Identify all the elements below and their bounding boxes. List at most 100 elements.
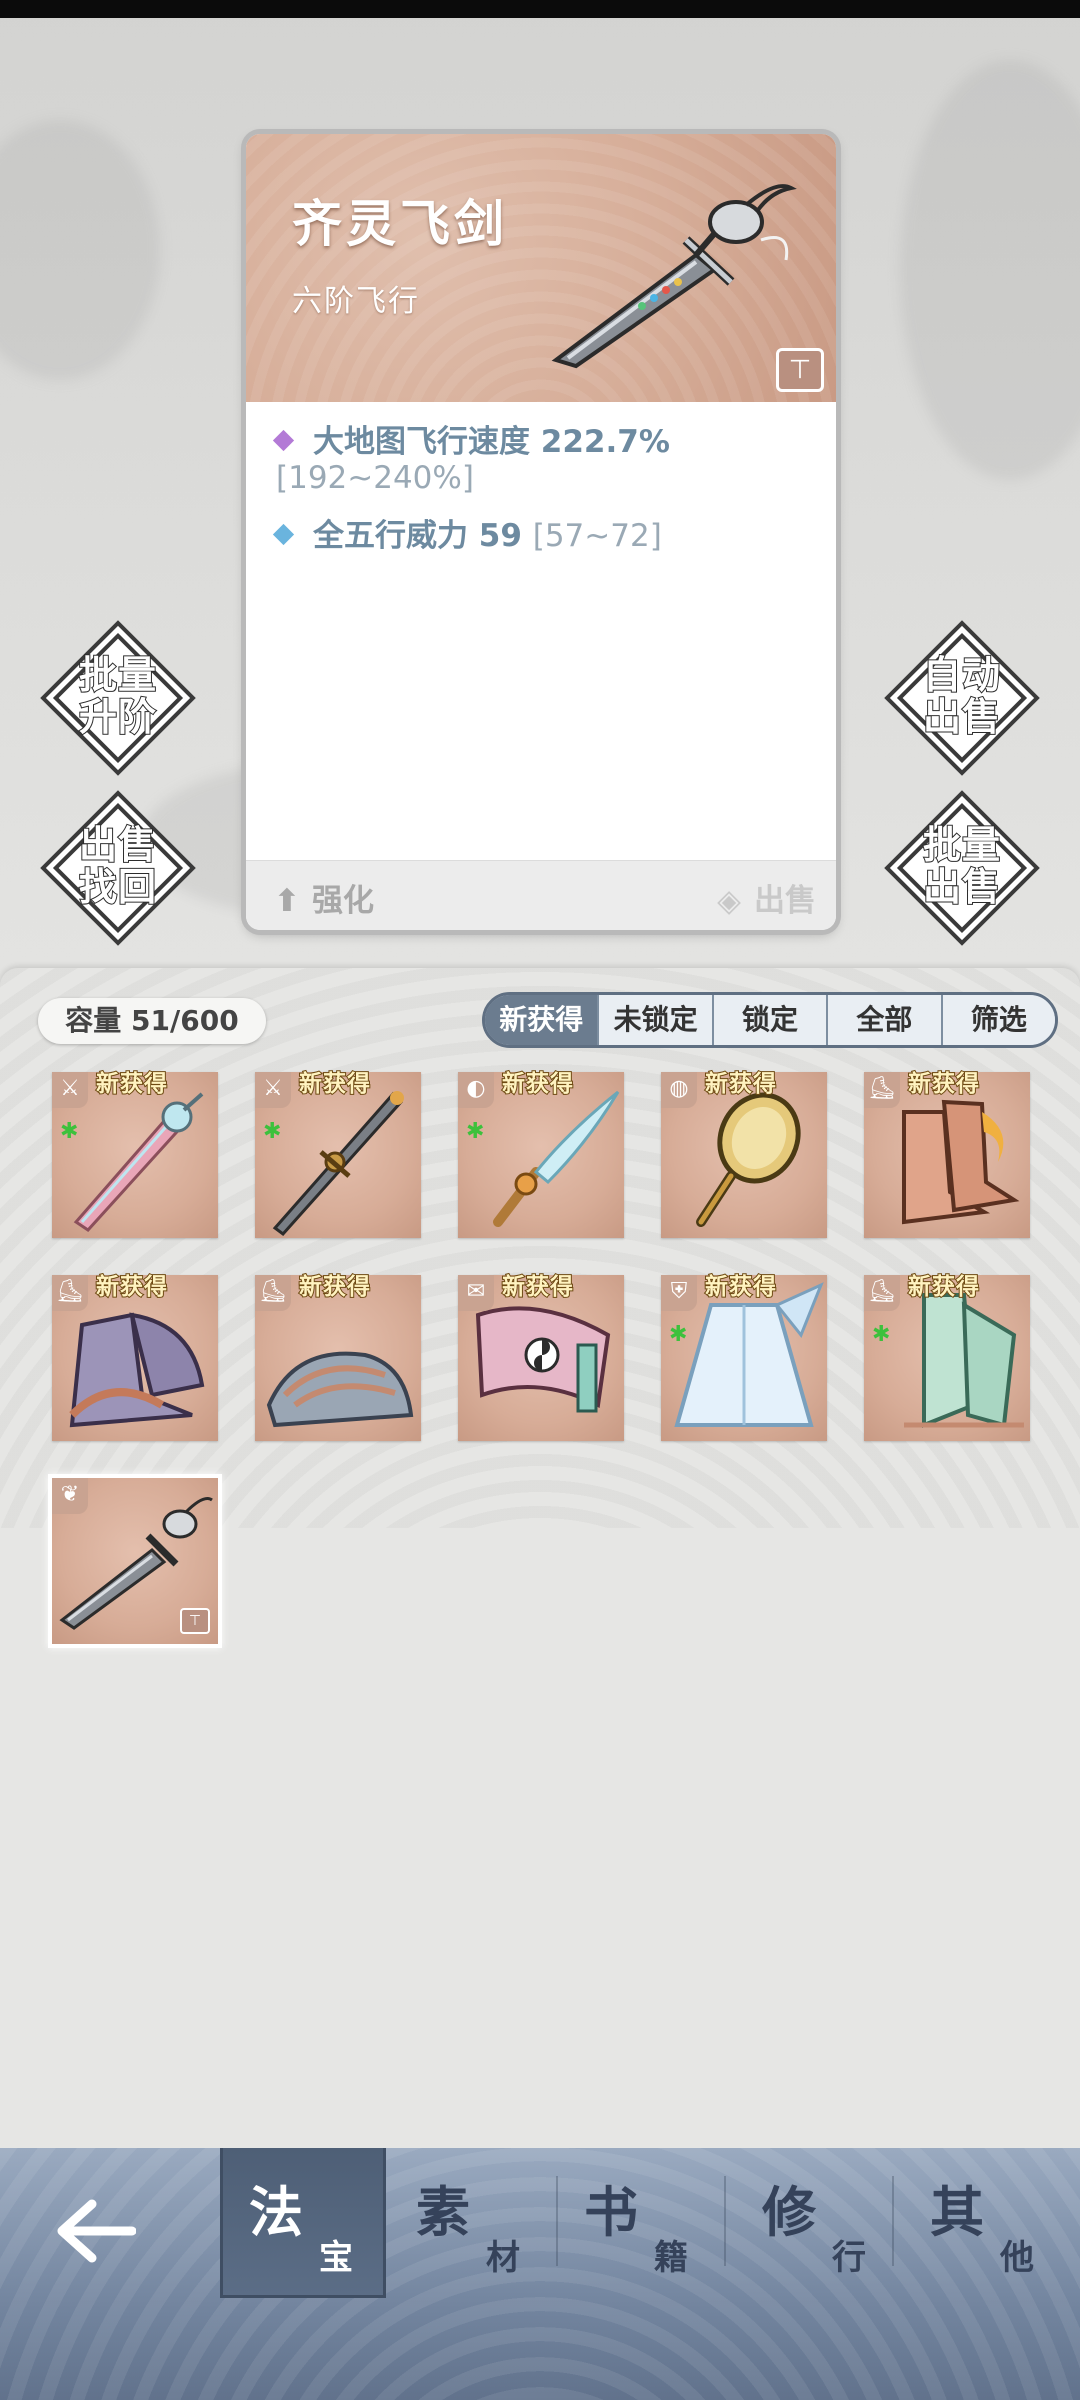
item-slot[interactable]: ⛸ 新获得 xyxy=(255,1273,421,1441)
item-slot[interactable]: ⛨ ✱ 新获得 xyxy=(661,1273,827,1441)
new-badge: 新获得 xyxy=(95,1070,168,1098)
tab-cultivation[interactable]: 修 行 xyxy=(736,2148,902,2298)
sword-type-icon: ⚔ xyxy=(255,1072,291,1108)
tab-sublabel: 他 xyxy=(1000,2238,1034,2278)
item-slot[interactable]: ⚔ ✱ 新获得 xyxy=(52,1070,218,1238)
boots-type-icon: ⛸ xyxy=(864,1275,900,1311)
item-slot[interactable]: ◍ 新获得 xyxy=(661,1070,827,1238)
sell-recover-button[interactable]: 出售 找回 xyxy=(50,800,186,936)
item-detail-card: 齐灵飞剑 六阶飞行 ⊤ 大地图飞行速度 222.7% [192~240%] 全五… xyxy=(246,134,836,930)
button-label: 批量 xyxy=(78,652,157,697)
tab-sublabel: 宝 xyxy=(319,2238,353,2278)
tab-sublabel: 籍 xyxy=(654,2238,688,2278)
ingot-icon: ◈ xyxy=(717,883,741,919)
button-label: 找回 xyxy=(78,864,157,909)
batch-sell-button[interactable]: 批量 出售 xyxy=(894,800,1030,936)
button-label: 出售 xyxy=(922,864,1001,909)
enhance-label: 强化 xyxy=(312,883,374,919)
sell-button[interactable]: ◈ 出售 xyxy=(712,875,816,920)
button-label: 升阶 xyxy=(78,694,157,739)
divider xyxy=(724,2176,726,2266)
item-slot[interactable]: ⚔ ✱ 新获得 xyxy=(255,1070,421,1238)
stat-range: [192~240%] xyxy=(276,460,474,496)
bottom-nav: 法 宝 素 材 书 籍 修 行 其 他 xyxy=(0,2148,1080,2400)
green-mark-icon: ✱ xyxy=(263,1119,282,1144)
lock-icon: ⊤ xyxy=(180,1608,210,1634)
filter-tab-new[interactable]: 新获得 xyxy=(485,995,600,1045)
tab-label: 修 xyxy=(762,2180,816,2244)
ink-wash-decoration xyxy=(900,60,1080,480)
boots-type-icon: ⛸ xyxy=(52,1275,88,1311)
filter-tab-all[interactable]: 全部 xyxy=(828,995,943,1045)
green-mark-icon: ✱ xyxy=(872,1322,891,1347)
tab-label: 法 xyxy=(249,2180,303,2244)
button-label: 出售 xyxy=(922,694,1001,739)
button-label: 出售 xyxy=(78,822,157,867)
new-badge: 新获得 xyxy=(298,1070,371,1098)
spiral-type-icon: ◐ xyxy=(458,1072,494,1108)
purple-diamond-icon xyxy=(272,429,295,452)
batch-upgrade-button[interactable]: 批量 升阶 xyxy=(50,630,186,766)
capacity-label: 容量 51/600 xyxy=(38,998,266,1044)
filter-tab-unlocked[interactable]: 未锁定 xyxy=(599,995,714,1045)
ink-wash-decoration xyxy=(0,120,160,380)
flying-sword-illustration xyxy=(551,184,797,369)
item-slot-selected[interactable]: ❦ ⊤ xyxy=(52,1478,218,1644)
boots-type-icon: ⛸ xyxy=(255,1275,291,1311)
sell-label: 出售 xyxy=(754,883,816,919)
tab-treasure[interactable]: 法 宝 xyxy=(220,2148,386,2298)
enhance-button[interactable]: ⬆ 强化 xyxy=(270,875,374,920)
green-mark-icon: ✱ xyxy=(466,1119,485,1144)
sword-type-icon: ⚔ xyxy=(52,1072,88,1108)
scroll-type-icon: ✉ xyxy=(458,1275,494,1311)
new-badge: 新获得 xyxy=(501,1070,574,1098)
button-label: 自动 xyxy=(922,652,1001,697)
item-grade: 六阶飞行 xyxy=(292,284,420,319)
wing-type-icon: ❦ xyxy=(52,1478,88,1514)
new-badge: 新获得 xyxy=(95,1273,168,1301)
new-badge: 新获得 xyxy=(907,1273,980,1301)
filter-tab-locked[interactable]: 锁定 xyxy=(713,995,829,1045)
new-badge: 新获得 xyxy=(907,1070,980,1098)
divider xyxy=(892,2176,894,2266)
item-slot[interactable]: ⛸ ✱ 新获得 xyxy=(864,1273,1030,1441)
tab-label: 书 xyxy=(584,2180,638,2244)
inventory-panel: 容量 51/600 新获得 未锁定 锁定 全部 筛选 ⚔ ✱ 新获得 ⚔ ✱ 新… xyxy=(0,968,1080,2148)
item-slot[interactable]: ⛸ 新获得 xyxy=(52,1273,218,1441)
item-slot[interactable]: ⛸ 新获得 xyxy=(864,1070,1030,1238)
item-slot[interactable]: ✉ 新获得 xyxy=(458,1273,624,1441)
filter-tabs: 新获得 未锁定 锁定 全部 筛选 xyxy=(482,992,1058,1048)
status-bar xyxy=(0,0,1080,18)
back-arrow-icon[interactable] xyxy=(56,2196,136,2266)
mirror-type-icon: ◍ xyxy=(661,1072,697,1108)
auto-sell-button[interactable]: 自动 出售 xyxy=(894,630,1030,766)
tab-label: 其 xyxy=(930,2180,984,2244)
new-badge: 新获得 xyxy=(298,1273,371,1301)
tab-other[interactable]: 其 他 xyxy=(904,2148,1070,2298)
lock-icon[interactable]: ⊤ xyxy=(776,348,824,392)
item-detail-header: 齐灵飞剑 六阶飞行 ⊤ xyxy=(246,134,836,402)
item-detail-footer: ⬆ 强化 ◈ 出售 xyxy=(246,860,836,930)
tab-sublabel: 材 xyxy=(486,2238,520,2278)
wave-pattern xyxy=(0,968,1080,1528)
armor-type-icon: ⛨ xyxy=(661,1275,697,1311)
item-slot[interactable]: ◐ ✱ 新获得 xyxy=(458,1070,624,1238)
blue-diamond-icon xyxy=(272,523,295,546)
boots-type-icon: ⛸ xyxy=(864,1072,900,1108)
upgrade-arrow-icon: ⬆ xyxy=(274,883,300,919)
tab-sublabel: 行 xyxy=(832,2238,866,2278)
stat-line: 大地图飞行速度 222.7% [192~240%] xyxy=(272,424,816,496)
stat-line: 全五行威力 59 [57~72] xyxy=(272,518,816,554)
item-name: 齐灵飞剑 xyxy=(292,194,508,253)
stat-value: 大地图飞行速度 222.7% xyxy=(313,424,670,460)
tab-label: 素 xyxy=(416,2180,470,2244)
filter-tab-screen[interactable]: 筛选 xyxy=(942,995,1055,1045)
new-badge: 新获得 xyxy=(704,1273,777,1301)
tab-books[interactable]: 书 籍 xyxy=(558,2148,724,2298)
green-mark-icon: ✱ xyxy=(669,1322,688,1347)
button-label: 批量 xyxy=(922,822,1001,867)
new-badge: 新获得 xyxy=(704,1070,777,1098)
green-mark-icon: ✱ xyxy=(60,1119,79,1144)
stat-value: 全五行威力 59 xyxy=(313,518,522,554)
tab-materials[interactable]: 素 材 xyxy=(390,2148,556,2298)
